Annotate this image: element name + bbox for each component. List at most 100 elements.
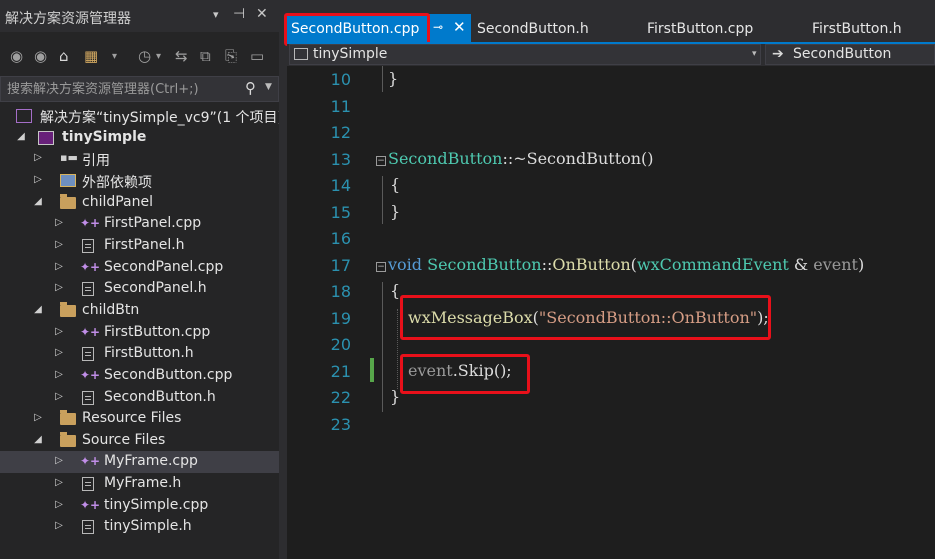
solution-search-input[interactable]: [7, 80, 237, 98]
expand-arrow-icon[interactable]: ◢: [16, 131, 26, 142]
tree-item-label: MyFrame.cpp: [104, 453, 198, 469]
folder-icon: [60, 432, 76, 447]
collapse-all-icon[interactable]: ⧉: [200, 47, 211, 65]
expand-arrow-icon[interactable]: ▷: [33, 152, 43, 163]
show-all-files-icon[interactable]: ⎘: [225, 47, 237, 65]
tree-item-file[interactable]: ▷ tinySimple.h: [0, 516, 279, 538]
tree-item-file[interactable]: ▷ FirstPanel.h: [0, 235, 279, 257]
line-number: 10: [330, 70, 351, 89]
panel-splitter[interactable]: [279, 0, 287, 559]
tree-item-folder[interactable]: ▷ Resource Files: [0, 408, 279, 430]
tree-item-file[interactable]: ▷ ✦+ FirstPanel.cpp: [0, 213, 279, 235]
solution-search-box[interactable]: ⚲ ▼: [0, 76, 279, 102]
expand-arrow-icon[interactable]: ▷: [54, 347, 64, 358]
expand-arrow-icon[interactable]: ◢: [33, 304, 43, 315]
tree-item-external-deps[interactable]: ▷ 外部依赖项: [0, 170, 279, 192]
outline-guide: [382, 66, 383, 92]
folder-icon: [60, 302, 76, 317]
collapse-icon[interactable]: −: [376, 262, 386, 272]
forward-icon[interactable]: ◉: [34, 47, 47, 65]
tree-item-folder[interactable]: ◢ childBtn: [0, 300, 279, 322]
tree-item-label: childPanel: [82, 194, 154, 210]
expand-arrow-icon[interactable]: ▷: [54, 477, 64, 488]
solution-explorer-titlebar: 解决方案资源管理器 ▾ ⊣ ✕: [0, 0, 279, 32]
line-number: 14: [330, 176, 351, 195]
tab-secondbutton-h[interactable]: SecondButton.h: [477, 14, 627, 42]
line-number: 13: [330, 150, 351, 169]
sync-icon[interactable]: ⇆: [175, 47, 188, 65]
tree-item-references[interactable]: ▷ ▪▬ 引用: [0, 148, 279, 170]
tree-item-folder[interactable]: ◢ childPanel: [0, 192, 279, 214]
tab-label: SecondButton.h: [477, 21, 589, 37]
header-file-icon: [82, 282, 94, 296]
tree-item-label: SecondButton.h: [104, 389, 216, 405]
tree-item-file[interactable]: ▷ ✦+ SecondButton.cpp: [0, 365, 279, 387]
tree-item-file[interactable]: ▷ SecondPanel.h: [0, 278, 279, 300]
line-number: 16: [330, 229, 351, 248]
cpp-file-icon: ✦+: [80, 498, 101, 512]
switch-views-dropdown-icon[interactable]: ▾: [112, 51, 117, 62]
properties-icon[interactable]: ▭: [250, 47, 264, 65]
pin-icon[interactable]: ⊣: [233, 6, 245, 22]
pin-icon[interactable]: ⊸: [433, 20, 443, 34]
folder-icon: [60, 410, 76, 425]
expand-arrow-icon[interactable]: ▷: [54, 455, 64, 466]
expand-arrow-icon[interactable]: ▷: [54, 217, 64, 228]
search-options-dropdown-icon[interactable]: ▼: [265, 82, 272, 92]
tree-item-file[interactable]: ▷ SecondButton.h: [0, 387, 279, 409]
tree-item-label: tinySimple: [62, 129, 147, 145]
expand-arrow-icon[interactable]: ▷: [33, 412, 43, 423]
chevron-down-icon[interactable]: ▾: [752, 49, 757, 59]
member-dropdown[interactable]: ➔ SecondButton: [765, 44, 935, 65]
filter-dropdown-icon[interactable]: ▾: [156, 51, 161, 62]
expand-arrow-icon[interactable]: ▷: [54, 369, 64, 380]
tab-firstbutton-cpp[interactable]: FirstButton.cpp: [647, 14, 797, 42]
code-editor[interactable]: 10 11 12 13 14 15 16 17 18 19 20 21 22 2…: [287, 66, 935, 559]
cpp-file-icon: ✦+: [80, 325, 101, 339]
code-line: void SecondButton::OnButton(wxCommandEve…: [388, 255, 865, 274]
tree-item-solution[interactable]: 解决方案“tinySimple_vc9”(1 个项目): [0, 105, 279, 127]
tree-item-file[interactable]: ▷ ✦+ FirstButton.cpp: [0, 322, 279, 344]
home-icon[interactable]: ⌂: [59, 47, 69, 65]
tree-item-label: SecondPanel.h: [104, 280, 207, 296]
tree-item-file[interactable]: ▷ MyFrame.h: [0, 473, 279, 495]
tree-item-label: SecondButton.cpp: [104, 367, 233, 383]
window-position-dropdown-icon[interactable]: ▾: [213, 8, 219, 21]
expand-arrow-icon[interactable]: ▷: [54, 282, 64, 293]
collapse-icon[interactable]: −: [376, 156, 386, 166]
line-number: 23: [330, 415, 351, 434]
tree-item-folder[interactable]: ◢ Source Files: [0, 430, 279, 452]
outline-guide: [382, 282, 383, 412]
expand-arrow-icon[interactable]: ▷: [54, 239, 64, 250]
tree-item-file-selected[interactable]: ▷ ✦+ MyFrame.cpp: [0, 451, 279, 473]
pending-changes-filter-icon[interactable]: ◷: [138, 47, 151, 65]
close-icon[interactable]: ✕: [453, 18, 466, 36]
switch-views-icon[interactable]: ▦: [84, 47, 98, 65]
tree-item-label: FirstPanel.h: [104, 237, 185, 253]
expand-arrow-icon[interactable]: ▷: [54, 520, 64, 531]
expand-arrow-icon[interactable]: ◢: [33, 196, 43, 207]
expand-arrow-icon[interactable]: ▷: [54, 499, 64, 510]
expand-arrow-icon[interactable]: ▷: [54, 391, 64, 402]
tree-item-label: FirstPanel.cpp: [104, 215, 202, 231]
search-icon[interactable]: ⚲: [245, 79, 256, 97]
expand-arrow-icon[interactable]: ◢: [33, 434, 43, 445]
expand-arrow-icon[interactable]: ▷: [33, 174, 43, 185]
back-icon[interactable]: ◉: [10, 47, 23, 65]
line-number: 11: [330, 97, 351, 116]
close-icon[interactable]: ✕: [256, 6, 268, 22]
code-line: SecondButton::~SecondButton(): [388, 149, 654, 168]
expand-arrow-icon[interactable]: ▷: [54, 261, 64, 272]
expand-arrow-icon[interactable]: ▷: [54, 326, 64, 337]
header-file-icon: [82, 347, 94, 361]
header-file-icon: [82, 520, 94, 534]
code-line: {: [390, 175, 401, 194]
scope-dropdown[interactable]: tinySimple ▾: [289, 44, 761, 65]
tree-item-file[interactable]: ▷ ✦+ SecondPanel.cpp: [0, 257, 279, 279]
indent-guide: [397, 309, 398, 389]
tree-item-file[interactable]: ▷ FirstButton.h: [0, 343, 279, 365]
tab-firstbutton-h[interactable]: FirstButton.h: [812, 14, 935, 42]
tree-item-project[interactable]: ◢ tinySimple: [0, 127, 279, 149]
tree-item-file[interactable]: ▷ ✦+ tinySimple.cpp: [0, 495, 279, 517]
change-indicator: [370, 358, 374, 382]
